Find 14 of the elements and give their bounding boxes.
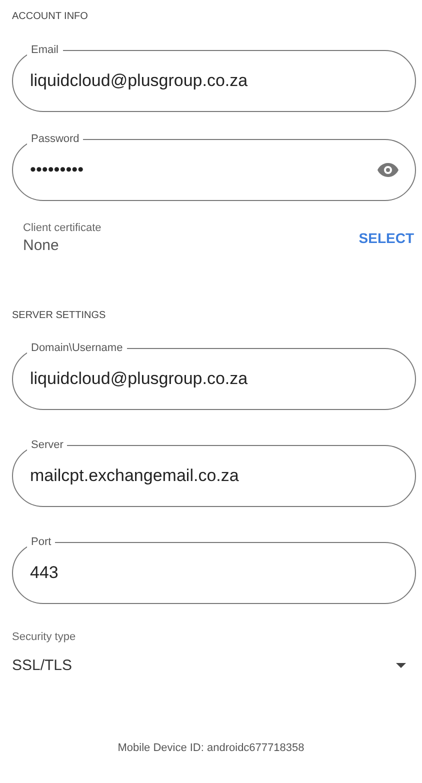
field-label: Domain\Username xyxy=(27,342,127,355)
section-heading: SERVER SETTINGS xyxy=(12,310,107,321)
field-label: Email xyxy=(27,44,63,57)
certificate-value: None xyxy=(23,237,60,254)
security-type-dropdown[interactable]: SSL/TLS xyxy=(12,657,72,674)
field-label: Password xyxy=(27,133,84,146)
certificate-label: Client certificate xyxy=(23,222,102,234)
device-id-text: Mobile Device ID: androidc677718358 xyxy=(118,742,304,754)
security-type-label: Security type xyxy=(12,631,77,643)
field-label: Server xyxy=(27,439,68,452)
select-button[interactable]: SELECT xyxy=(358,230,414,246)
field-label: Port xyxy=(27,536,56,549)
dropdown-caret-icon[interactable] xyxy=(396,663,406,668)
section-heading: ACCOUNT INFO xyxy=(12,11,89,22)
